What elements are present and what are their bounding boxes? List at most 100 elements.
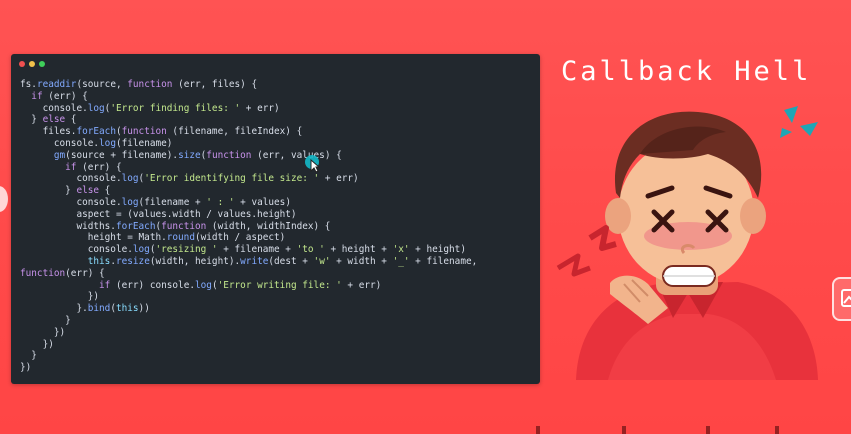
minimize-dot-icon [29, 61, 35, 67]
code-token: 'Error identifying file size: ' [144, 173, 320, 185]
code-line: } [20, 350, 477, 362]
code-token: function [121, 126, 167, 138]
code-token: + filename + [217, 244, 297, 256]
code-token: height = Math. [20, 232, 167, 244]
code-window: fs.readdir(source, function (err, files)… [11, 54, 540, 384]
code-token: (width, height). [149, 255, 241, 267]
code-token: (err) { [65, 267, 105, 279]
code-token: gm [53, 149, 66, 161]
left-edge-tab[interactable] [0, 186, 8, 212]
code-line: this.resize(width, height).write(dest + … [20, 255, 478, 268]
code-token: }) [20, 362, 32, 374]
code-token: (filename, fileIndex) { [166, 126, 303, 138]
code-token: function [127, 79, 173, 90]
code-token: console. [20, 137, 100, 149]
code-token: size [178, 149, 201, 161]
code-line: }) [20, 339, 477, 351]
code-token: + width + [330, 255, 393, 267]
next-slide-button[interactable] [832, 277, 851, 321]
code-line: if (err) { [20, 91, 477, 103]
code-token: (dest + [268, 255, 314, 267]
code-line: }.bind(this)) [20, 303, 477, 315]
code-line: } else { [20, 114, 477, 126]
code-token: (err) { [42, 90, 88, 102]
code-line: function(err) { [20, 268, 477, 280]
code-line: fs.readdir(source, function (err, files)… [20, 79, 477, 91]
code-token: log [121, 196, 139, 208]
code-token: 'resizing ' [155, 244, 218, 256]
code-token: log [195, 279, 212, 291]
code-token: this [115, 303, 139, 315]
code-token: else [42, 114, 66, 126]
code-token: (err, values) { [251, 149, 342, 161]
bottom-mark [622, 426, 626, 434]
code-token: forEach [76, 126, 116, 138]
code-line: height = Math.round(width / aspect) [20, 232, 477, 244]
close-dot-icon [19, 61, 25, 67]
page-title: Callback Hell [561, 56, 812, 87]
code-token: }) [20, 291, 100, 303]
code-token: aspect = (values.width / values.height) [20, 208, 297, 220]
code-token: function [161, 220, 207, 232]
code-token: log [121, 173, 139, 185]
code-token: log [132, 244, 150, 256]
code-token: + filename, [409, 255, 478, 267]
code-line: }) [20, 327, 477, 339]
code-token: (width, widthIndex) { [206, 220, 331, 232]
code-token: (source, [76, 79, 128, 90]
maximize-dot-icon [39, 61, 45, 67]
code-line: if (err) console.log('Error writing file… [20, 280, 477, 292]
code-line: }) [20, 291, 477, 303]
code-line: aspect = (values.width / values.height) [20, 209, 477, 221]
bottom-mark [706, 426, 710, 434]
code-token: 'to ' [296, 244, 325, 256]
bottom-mark [536, 426, 540, 434]
code-token: 'Error writing file: ' [217, 279, 342, 291]
code-token: } [20, 314, 71, 326]
code-token: (err) { [76, 161, 122, 173]
code-token: write [240, 255, 269, 267]
code-token: + err) [240, 102, 280, 114]
code-token: 'x' [392, 244, 410, 256]
code-token: log [99, 137, 116, 149]
code-token: forEach [115, 220, 156, 232]
code-token: (source + filename). [65, 149, 179, 161]
code-token: + values) [234, 196, 291, 208]
code-token: ' : ' [206, 196, 235, 208]
mouse-cursor-icon [310, 159, 320, 173]
window-controls [19, 61, 45, 67]
code-line: } [20, 315, 477, 327]
code-line: console.log('resizing ' + filename + 'to… [20, 244, 477, 256]
code-block: fs.readdir(source, function (err, files)… [20, 79, 477, 374]
code-token: + err) [341, 279, 382, 291]
code-token: console. [20, 102, 88, 114]
code-line: } else { [20, 185, 477, 197]
code-line: console.log(filename) [20, 138, 477, 150]
code-token: console. [20, 173, 122, 185]
code-token: }) [20, 338, 54, 350]
code-token: else [76, 185, 100, 197]
code-token: function [206, 149, 252, 161]
code-token: } [20, 350, 37, 362]
image-icon [841, 289, 851, 307]
code-token: '_' [392, 255, 410, 267]
code-token: + height + [324, 244, 393, 256]
code-line: console.log(filename + ' : ' + values) [20, 197, 477, 209]
bottom-edge-marks [0, 426, 851, 434]
code-token: (width / aspect) [194, 232, 286, 244]
code-token: + err) [319, 173, 359, 185]
code-token: round [166, 232, 195, 244]
code-token: resize [115, 255, 150, 267]
code-token: { [99, 185, 111, 197]
code-token: (err) console. [110, 279, 195, 291]
bottom-mark [775, 426, 779, 434]
code-line: gm(source + filename).size(function (err… [20, 150, 477, 162]
code-token: (err, files) { [172, 79, 258, 90]
code-token: )) [138, 303, 150, 315]
code-token: widths. [20, 220, 116, 232]
code-token: files. [20, 126, 77, 138]
